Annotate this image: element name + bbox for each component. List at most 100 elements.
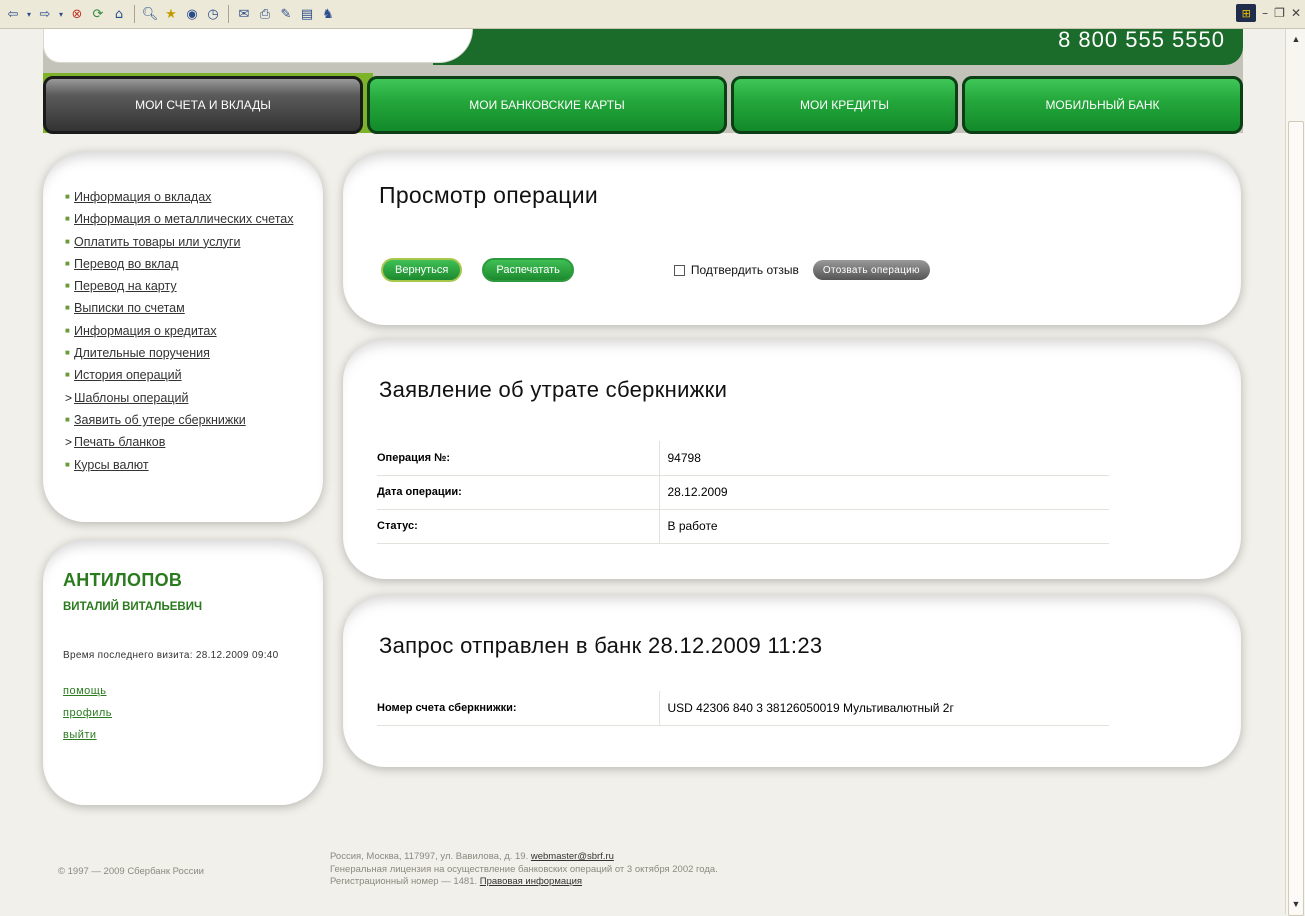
media-icon[interactable]: ◉: [183, 5, 201, 23]
arrow-bullet-icon: >: [65, 390, 73, 405]
square-bullet-icon: ■: [65, 281, 70, 291]
forward-dropdown-icon[interactable]: ▾: [57, 5, 65, 23]
page-content: 8 800 555 5550 МОИ СЧЕТА И ВКЛАДЫ МОИ БА…: [0, 29, 1285, 914]
scroll-down-icon[interactable]: ▼: [1288, 896, 1304, 912]
footer-reg-line: Регистрационный номер — 1481. Правовая и…: [330, 876, 718, 889]
vertical-scrollbar[interactable]: ▲ ▼: [1285, 29, 1305, 916]
sidebar-item: ■ Выписки по счетам: [65, 297, 323, 319]
request-details-table: Номер счета сберкнижки: USD 42306 840 3 …: [377, 691, 1109, 726]
tab-label: МОБИЛЬНЫЙ БАНК: [1045, 98, 1160, 112]
stop-icon[interactable]: ⊗: [68, 5, 86, 23]
sidebar-item: ■ Заявить об утере сберкнижки: [65, 409, 323, 431]
sidebar-link-deposits-info[interactable]: Информация о вкладах: [74, 186, 211, 208]
user-last-name: АНТИЛОПОВ: [63, 570, 183, 590]
sidebar-item: > Печать бланков: [65, 431, 323, 453]
user-card: АНТИЛОПОВ ВИТАЛИЙ ВИТАЛЬЕВИЧ Время после…: [43, 540, 323, 805]
footer-reg-number: Регистрационный номер — 1481.: [330, 876, 478, 887]
operation-number-value: 94798: [658, 441, 1109, 476]
sidebar-link-exchange-rates[interactable]: Курсы валют: [74, 454, 149, 476]
tab-accounts-deposits[interactable]: МОИ СЧЕТА И ВКЛАДЫ: [43, 76, 363, 134]
footer-address-line: Россия, Москва, 117997, ул. Вавилова, д.…: [330, 851, 718, 864]
sidebar-item: ■ Информация о вкладах: [65, 186, 323, 208]
sidebar-link-print-forms[interactable]: Печать бланков: [74, 431, 165, 453]
toolbar-separator: [134, 5, 135, 23]
sidebar-item: ■ История операций: [65, 364, 323, 386]
sidebar-item: ■ Длительные поручения: [65, 342, 323, 364]
request-panel: Запрос отправлен в банк 28.12.2009 11:23…: [343, 595, 1241, 767]
sidebar-item: ■ Перевод на карту: [65, 275, 323, 297]
passbook-account-value: USD 42306 840 3 38126050019 Мультивалютн…: [658, 691, 1109, 726]
logout-link[interactable]: выйти: [63, 724, 323, 746]
sidebar-item: ■ Курсы валют: [65, 454, 323, 476]
square-bullet-icon: ■: [65, 325, 70, 335]
sidebar-link-metal-accounts[interactable]: Информация о металлических счетах: [74, 208, 294, 230]
footer-info: Россия, Москва, 117997, ул. Вавилова, д.…: [330, 851, 718, 889]
status-value: В работе: [658, 509, 1109, 544]
table-row: Дата операции: 28.12.2009: [377, 475, 1109, 510]
claim-panel: Заявление об утрате сберкнижки Операция …: [343, 339, 1241, 579]
user-links: помощь профиль выйти: [63, 680, 323, 746]
square-bullet-icon: ■: [65, 192, 70, 201]
scroll-up-icon[interactable]: ▲: [1288, 31, 1304, 47]
claim-details-table: Операция №: 94798 Дата операции: 28.12.2…: [377, 441, 1109, 544]
sidebar-link-transfer-deposit[interactable]: Перевод во вклад: [74, 253, 179, 275]
sidebar-item: ■ Оплатить товары или услуги: [65, 231, 323, 253]
profile-link[interactable]: профиль: [63, 702, 323, 724]
square-bullet-icon: ■: [65, 459, 70, 469]
table-row: Операция №: 94798: [377, 441, 1109, 476]
confirm-revoke-checkbox-label[interactable]: Подтвердить отзыв: [673, 263, 799, 277]
tab-credits[interactable]: МОИ КРЕДИТЫ: [731, 76, 958, 134]
square-bullet-icon: ■: [65, 214, 70, 224]
square-bullet-icon: ■: [65, 236, 70, 246]
print-icon[interactable]: ⎙: [256, 5, 274, 23]
mail-icon[interactable]: ✉: [235, 5, 253, 23]
tab-bank-cards[interactable]: МОИ БАНКОВСКИЕ КАРТЫ: [367, 76, 727, 134]
forward-icon[interactable]: ⇨: [36, 5, 54, 23]
sidebar-link-standing-orders[interactable]: Длительные поручения: [74, 342, 210, 364]
table-row: Номер счета сберкнижки: USD 42306 840 3 …: [377, 691, 1109, 726]
legal-info-link[interactable]: Правовая информация: [480, 876, 582, 887]
close-icon[interactable]: ✕: [1291, 6, 1301, 20]
passbook-account-label: Номер счета сберкнижки:: [377, 691, 659, 726]
minimize-icon[interactable]: –: [1262, 6, 1268, 20]
copyright: © 1997 — 2009 Сбербанк России: [58, 866, 204, 877]
history-icon[interactable]: ◷: [204, 5, 222, 23]
window-controls: ⊞ – ❐ ✕: [1236, 4, 1301, 22]
refresh-icon[interactable]: ⟳: [89, 5, 107, 23]
back-button[interactable]: Вернуться: [381, 258, 463, 282]
arrow-bullet-icon: >: [65, 435, 73, 450]
sidebar-item: > Шаблоны операций: [65, 387, 323, 409]
home-icon[interactable]: ⌂: [110, 5, 128, 23]
operation-date-value: 28.12.2009: [658, 475, 1109, 510]
square-bullet-icon: ■: [65, 258, 70, 268]
claim-title: Заявление об утрате сберкнижки: [379, 377, 728, 402]
sidebar-link-credits-info[interactable]: Информация о кредитах: [74, 320, 217, 342]
back-icon[interactable]: ⇦: [4, 5, 22, 23]
scroll-thumb[interactable]: [1288, 121, 1304, 916]
last-visit: Время последнего визита: 28.12.2009 09:4…: [63, 650, 279, 661]
tab-mobile-bank[interactable]: МОБИЛЬНЫЙ БАНК: [962, 76, 1243, 134]
sidebar-link-report-lost-book[interactable]: Заявить об утере сберкнижки: [74, 409, 246, 431]
sidebar-menu: ■ Информация о вкладах ■ Информация о мета…: [43, 152, 323, 522]
user-first-name: ВИТАЛИЙ ВИТАЛЬЕВИЧ: [63, 601, 203, 613]
search-icon[interactable]: 🔍︎: [141, 5, 159, 23]
edit-icon[interactable]: ✎: [277, 5, 295, 23]
revoke-operation-button[interactable]: Отозвать операцию: [812, 260, 930, 280]
sidebar-link-statements[interactable]: Выписки по счетам: [74, 297, 185, 319]
sidebar-item: ■ Перевод во вклад: [65, 253, 323, 275]
back-dropdown-icon[interactable]: ▾: [25, 5, 33, 23]
restore-icon[interactable]: ❐: [1274, 6, 1285, 20]
confirm-revoke-checkbox[interactable]: [673, 264, 685, 276]
help-link[interactable]: помощь: [63, 680, 323, 702]
favorites-icon[interactable]: ★: [162, 5, 180, 23]
messenger-icon[interactable]: ♞: [319, 5, 337, 23]
sidebar-link-pay-services[interactable]: Оплатить товары или услуги: [74, 231, 240, 253]
print-button[interactable]: Распечатать: [482, 258, 574, 282]
toolbar-separator: [228, 5, 229, 23]
sidebar-item: ■ Информация о кредитах: [65, 320, 323, 342]
discuss-icon[interactable]: ▤: [298, 5, 316, 23]
sidebar-link-transfer-card[interactable]: Перевод на карту: [74, 275, 177, 297]
sidebar-link-templates[interactable]: Шаблоны операций: [74, 387, 188, 409]
sidebar-link-history[interactable]: История операций: [74, 364, 182, 386]
webmaster-email-link[interactable]: webmaster@sbrf.ru: [531, 851, 614, 862]
